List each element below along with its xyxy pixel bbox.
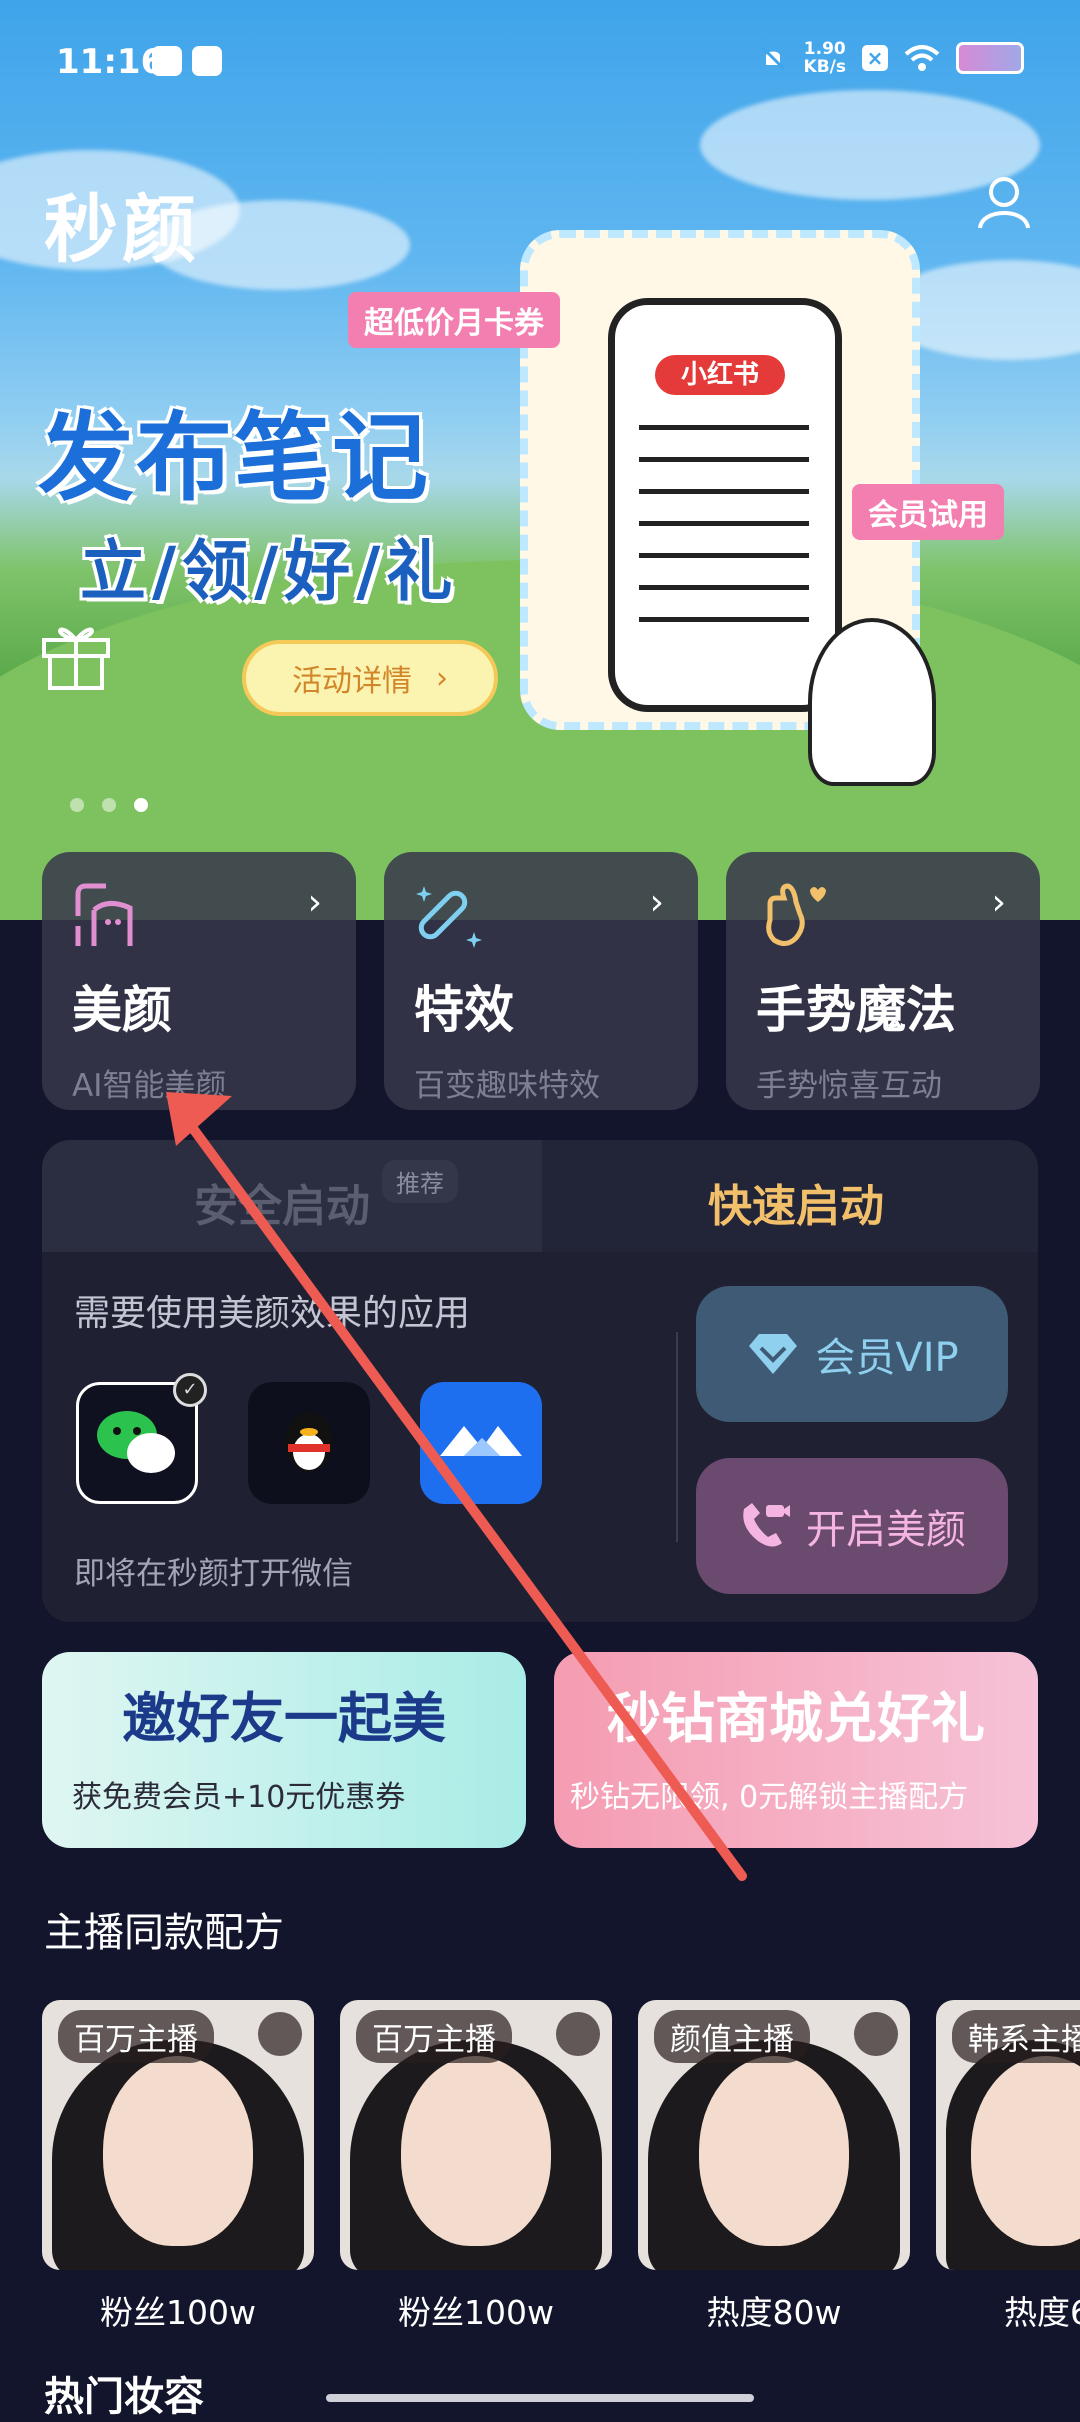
message-notification-icon: [192, 46, 222, 76]
feature-card-gesture[interactable]: 手势魔法 手势惊喜互动 ›: [726, 852, 1040, 1110]
brand-label: 小红书: [655, 355, 785, 395]
portrait-face: [401, 2056, 551, 2246]
selected-check-icon: ✓: [173, 1373, 207, 1407]
qq-icon[interactable]: [248, 1382, 370, 1504]
chevron-right-icon: ›: [307, 882, 322, 923]
gift-icon: [42, 627, 110, 690]
creator-card[interactable]: 韩系主播: [936, 2000, 1080, 2270]
wifi-icon: [904, 45, 940, 71]
member-trial-tag: 会员试用: [852, 484, 1004, 540]
feature-desc: 百变趣味特效: [414, 1068, 600, 1104]
home-indicator[interactable]: [326, 2394, 754, 2402]
recommended-badge: 推荐: [382, 1160, 458, 1203]
chevron-right-icon: ›: [436, 660, 448, 696]
feature-title: 手势魔法: [756, 981, 956, 1039]
speed-unit: KB/s: [803, 57, 846, 77]
creator-tag: 颜值主播: [654, 2010, 810, 2063]
invite-friends-banner[interactable]: 邀好友一起美 获免费会员+10元优惠券: [42, 1652, 526, 1848]
feature-desc: 手势惊喜互动: [756, 1068, 942, 1104]
portrait-face: [699, 2056, 849, 2246]
mute-bell-icon: [760, 45, 785, 71]
section-title-hot-makeup: 热门妆容: [44, 2374, 204, 2420]
face-frame-icon: [75, 883, 133, 946]
divider: [676, 1332, 678, 1542]
carousel-dot-active[interactable]: [134, 798, 148, 812]
apps-label: 需要使用美颜效果的应用: [74, 1293, 471, 1334]
opening-hint: 即将在秒颜打开微信: [74, 1556, 353, 1592]
creator-stat: 粉丝100w: [100, 2293, 256, 2332]
hero-banner[interactable]: 小红书 超低价月卡券 会员试用 发布笔记 立/领/好/礼 活动详情 ›: [0, 0, 1080, 920]
flame-icon: [556, 2012, 600, 2056]
feature-desc: AI智能美颜: [72, 1068, 227, 1104]
app-title: 秒颜: [44, 187, 200, 273]
creator-tag: 百万主播: [58, 2010, 214, 2063]
diamond-mall-banner[interactable]: 秒钻商城兑好礼 秒钻无限领, 0元解锁主播配方: [554, 1652, 1038, 1848]
carousel-dot[interactable]: [70, 798, 84, 812]
banner-headline: 发布笔记: [38, 402, 430, 514]
creator-tag: 韩系主播: [952, 2010, 1080, 2063]
activity-detail-label: 活动详情: [292, 664, 412, 699]
no-sim-icon: ×: [862, 45, 888, 71]
invite-title: 邀好友一起美: [122, 1687, 446, 1750]
user-profile-icon[interactable]: [974, 172, 1034, 232]
chevron-right-icon: ›: [991, 882, 1006, 923]
girl-illustration: [808, 618, 936, 786]
carousel-dot[interactable]: [102, 798, 116, 812]
battery-icon: [956, 42, 1024, 74]
flame-icon: [258, 2012, 302, 2056]
section-title-creators: 主播同款配方: [44, 1910, 284, 1956]
creator-card[interactable]: 百万主播: [340, 2000, 612, 2270]
creator-card[interactable]: 百万主播: [42, 2000, 314, 2270]
status-time: 11:16: [56, 42, 165, 82]
network-speed: 1.90 KB/s: [804, 40, 846, 76]
magic-wand-icon: [416, 886, 482, 948]
speed-value: 1.90: [803, 39, 846, 59]
vip-button-label: 会员VIP: [815, 1335, 959, 1381]
notification-app-icon: [152, 46, 182, 76]
portrait-face: [103, 2056, 253, 2246]
feature-title: 美颜: [72, 981, 172, 1039]
banner-subline: 立/领/好/礼: [80, 533, 459, 610]
feature-card-beauty[interactable]: 美颜 AI智能美颜 ›: [42, 852, 356, 1110]
creator-card[interactable]: 颜值主播: [638, 2000, 910, 2270]
mall-title: 秒钻商城兑好礼: [607, 1687, 985, 1750]
chevron-right-icon: ›: [649, 882, 664, 923]
invite-subtitle: 获免费会员+10元优惠券: [72, 1780, 406, 1815]
feature-title: 特效: [414, 981, 514, 1039]
tab-safe-label: 安全启动: [194, 1181, 370, 1232]
diamond-icon: [749, 1334, 798, 1374]
tab-divider: [482, 1140, 542, 1252]
finger-heart-icon: [766, 883, 826, 946]
phone-camera-icon: [743, 1503, 790, 1547]
monthly-card-tag: 超低价月卡券: [348, 292, 560, 348]
creator-stat: 热度6: [1004, 2293, 1080, 2332]
mall-subtitle: 秒钻无限领, 0元解锁主播配方: [570, 1780, 969, 1815]
phone-illustration: 小红书: [520, 230, 936, 786]
launch-panel: 安全启动 推荐 快速启动 需要使用美颜效果的应用 ✓ 即将在秒颜打开微信 会员V…: [42, 1140, 1038, 1622]
creator-stat: 热度80w: [706, 2293, 842, 2332]
wechat-icon[interactable]: ✓: [76, 1373, 207, 1504]
flame-icon: [854, 2012, 898, 2056]
feature-card-effects[interactable]: 特效 百变趣味特效 ›: [384, 852, 698, 1110]
creator-stat: 粉丝100w: [398, 2293, 554, 2332]
enable-beauty-button[interactable]: 开启美颜: [696, 1458, 1008, 1594]
activity-detail-button[interactable]: 活动详情 ›: [242, 640, 498, 716]
status-bar: 11:16 1.90 KB/s ×: [0, 0, 1080, 120]
tab-fast-launch[interactable]: 快速启动: [708, 1170, 884, 1234]
enable-beauty-label: 开启美颜: [806, 1507, 966, 1553]
tencent-meeting-icon[interactable]: [420, 1382, 542, 1504]
creator-tag: 百万主播: [356, 2010, 512, 2063]
vip-button[interactable]: 会员VIP: [696, 1286, 1008, 1422]
carousel-indicator: [70, 798, 148, 812]
